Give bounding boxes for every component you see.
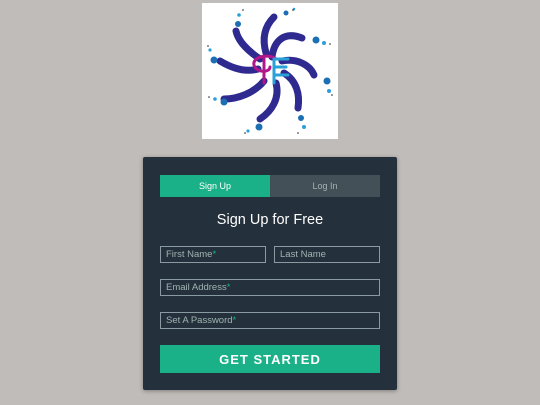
- required-marker: *: [226, 282, 231, 293]
- get-started-button[interactable]: GET STARTED: [160, 345, 380, 373]
- last-name-field[interactable]: Last Name: [274, 246, 380, 263]
- required-marker: *: [212, 249, 217, 260]
- password-placeholder: Set A Password: [166, 315, 233, 326]
- password-field[interactable]: Set A Password*: [160, 312, 380, 329]
- email-field[interactable]: Email Address*: [160, 279, 380, 296]
- first-name-field[interactable]: First Name*: [160, 246, 266, 263]
- form-title: Sign Up for Free: [216, 212, 324, 228]
- signup-card: Sign Up Log In Sign Up for Free First Na…: [143, 157, 397, 390]
- swirl-logo-icon: [207, 7, 333, 134]
- tab-log-in[interactable]: Log In: [270, 175, 380, 197]
- email-placeholder: Email Address: [166, 282, 227, 293]
- auth-tabs: Sign Up Log In: [160, 175, 380, 197]
- last-name-placeholder: Last Name: [280, 249, 326, 260]
- first-name-placeholder: First Name: [166, 249, 213, 260]
- logo: [202, 3, 338, 139]
- required-marker: *: [232, 315, 237, 326]
- tab-sign-up[interactable]: Sign Up: [160, 175, 270, 197]
